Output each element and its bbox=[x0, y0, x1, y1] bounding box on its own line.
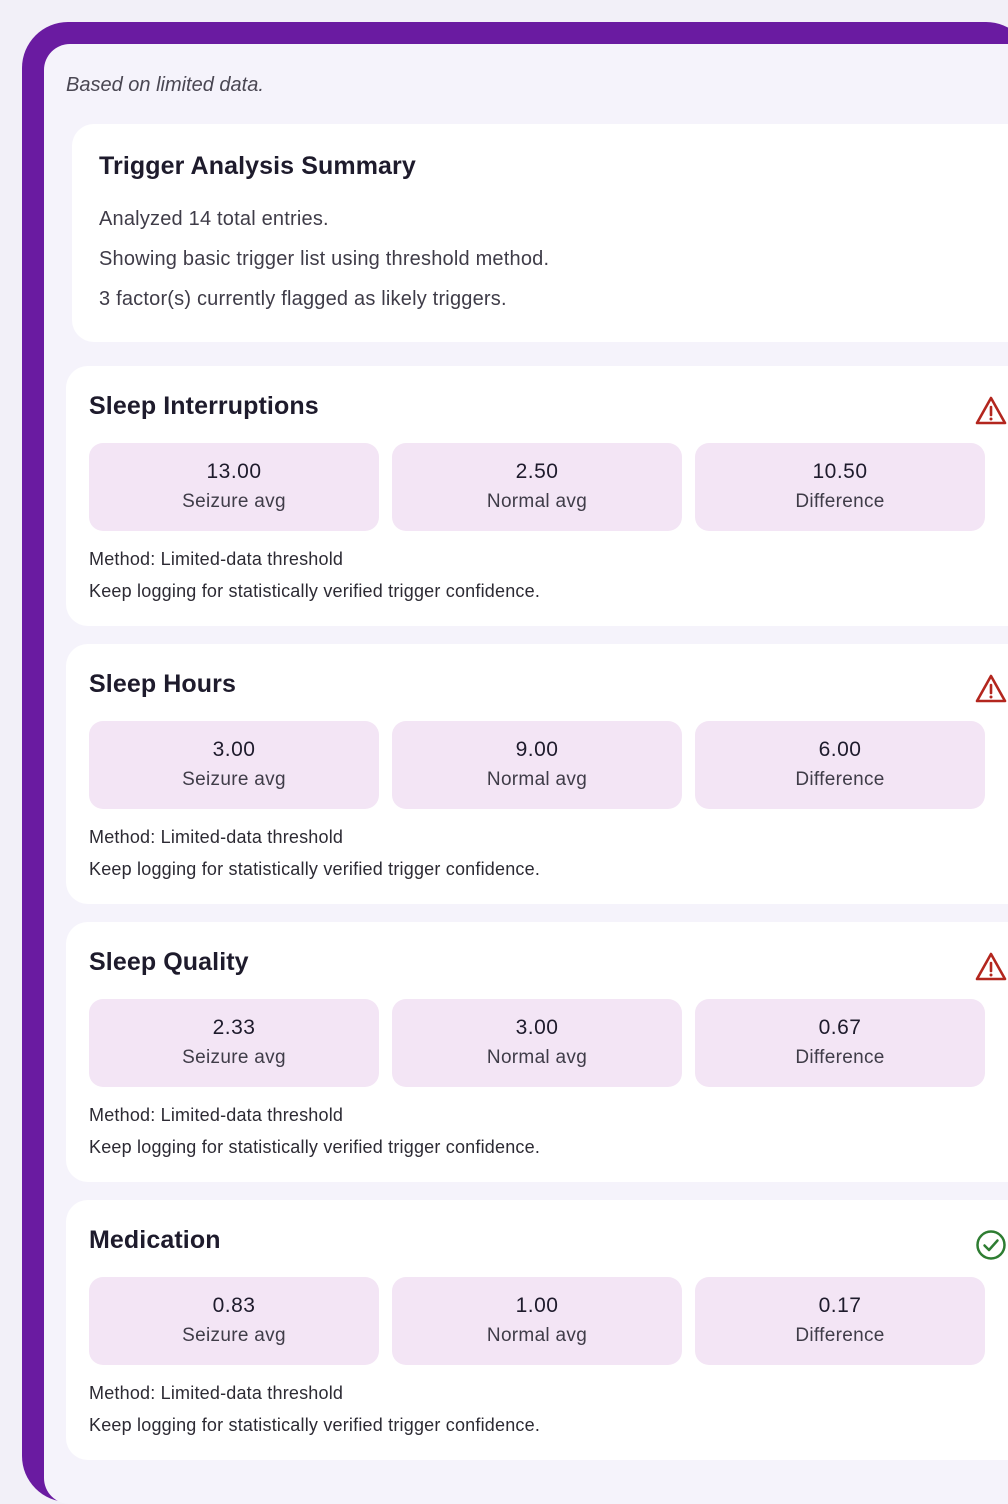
stat-label: Difference bbox=[795, 491, 885, 512]
stat-value: 3.00 bbox=[212, 738, 256, 761]
stat-value: 9.00 bbox=[515, 738, 559, 761]
hint-text: Keep logging for statistically verified … bbox=[89, 581, 541, 601]
stat-label: Seizure avg bbox=[182, 1047, 286, 1068]
method-text: Method: Limited-data threshold bbox=[89, 1383, 344, 1403]
normal-avg-stat: 9.00 Normal avg bbox=[392, 721, 682, 809]
trigger-card-medication[interactable]: Medication 0.83 Seizure avg 1.00 Normal … bbox=[66, 1200, 1008, 1460]
warning-icon bbox=[975, 396, 1007, 425]
trigger-card-sleep-hours[interactable]: Sleep Hours 3.00 Seizure avg 9.00 Normal… bbox=[66, 644, 1008, 904]
check-circle-icon bbox=[976, 1230, 1006, 1260]
stat-label: Normal avg bbox=[486, 769, 588, 790]
normal-avg-stat: 1.00 Normal avg bbox=[392, 1277, 682, 1365]
summary-entries-count: Analyzed 14 total entries. bbox=[99, 208, 329, 230]
limited-data-note: Based on limited data. bbox=[66, 74, 264, 96]
summary-title: Trigger Analysis Summary bbox=[99, 152, 416, 180]
difference-stat: 10.50 Difference bbox=[695, 443, 985, 531]
stat-label: Difference bbox=[795, 769, 885, 790]
difference-stat: 0.17 Difference bbox=[695, 1277, 985, 1365]
stat-value: 3.00 bbox=[515, 1016, 559, 1039]
stat-label: Seizure avg bbox=[182, 769, 286, 790]
trigger-stats: 0.83 Seizure avg 1.00 Normal avg 0.17 Di… bbox=[89, 1277, 985, 1365]
summary-card: Trigger Analysis Summary Analyzed 14 tot… bbox=[72, 124, 1008, 342]
stat-label: Seizure avg bbox=[182, 491, 286, 512]
stat-label: Difference bbox=[795, 1047, 885, 1068]
stat-value: 13.00 bbox=[206, 460, 262, 483]
summary-method: Showing basic trigger list using thresho… bbox=[99, 248, 550, 270]
normal-avg-stat: 2.50 Normal avg bbox=[392, 443, 682, 531]
stat-label: Normal avg bbox=[486, 1325, 588, 1346]
trigger-card-sleep-interruptions[interactable]: Sleep Interruptions 13.00 Seizure avg 2.… bbox=[66, 366, 1008, 626]
screen: Based on limited data. Trigger Analysis … bbox=[44, 44, 1008, 1504]
stat-value: 0.17 bbox=[818, 1294, 862, 1317]
stat-value: 6.00 bbox=[818, 738, 862, 761]
trigger-title: Sleep Quality bbox=[89, 948, 249, 976]
trigger-stats: 13.00 Seizure avg 2.50 Normal avg 10.50 … bbox=[89, 443, 985, 531]
seizure-avg-stat: 2.33 Seizure avg bbox=[89, 999, 379, 1087]
trigger-stats: 2.33 Seizure avg 3.00 Normal avg 0.67 Di… bbox=[89, 999, 985, 1087]
warning-icon bbox=[975, 952, 1007, 981]
trigger-title: Medication bbox=[89, 1226, 221, 1254]
difference-stat: 6.00 Difference bbox=[695, 721, 985, 809]
stat-value: 2.50 bbox=[515, 460, 559, 483]
trigger-title: Sleep Interruptions bbox=[89, 392, 319, 420]
stat-value: 10.50 bbox=[812, 460, 868, 483]
method-text: Method: Limited-data threshold bbox=[89, 1105, 344, 1125]
seizure-avg-stat: 0.83 Seizure avg bbox=[89, 1277, 379, 1365]
stat-label: Normal avg bbox=[486, 1047, 588, 1068]
seizure-avg-stat: 13.00 Seizure avg bbox=[89, 443, 379, 531]
hint-text: Keep logging for statistically verified … bbox=[89, 859, 541, 879]
trigger-title: Sleep Hours bbox=[89, 670, 236, 698]
stat-value: 1.00 bbox=[515, 1294, 559, 1317]
trigger-stats: 3.00 Seizure avg 9.00 Normal avg 6.00 Di… bbox=[89, 721, 985, 809]
stat-value: 2.33 bbox=[212, 1016, 256, 1039]
difference-stat: 0.67 Difference bbox=[695, 999, 985, 1087]
seizure-avg-stat: 3.00 Seizure avg bbox=[89, 721, 379, 809]
stat-value: 0.67 bbox=[818, 1016, 862, 1039]
hint-text: Keep logging for statistically verified … bbox=[89, 1415, 541, 1435]
normal-avg-stat: 3.00 Normal avg bbox=[392, 999, 682, 1087]
method-text: Method: Limited-data threshold bbox=[89, 827, 344, 847]
warning-icon bbox=[975, 674, 1007, 703]
stat-label: Seizure avg bbox=[182, 1325, 286, 1346]
stat-label: Normal avg bbox=[486, 491, 588, 512]
hint-text: Keep logging for statistically verified … bbox=[89, 1137, 541, 1157]
stat-label: Difference bbox=[795, 1325, 885, 1346]
method-text: Method: Limited-data threshold bbox=[89, 549, 344, 569]
trigger-card-sleep-quality[interactable]: Sleep Quality 2.33 Seizure avg 3.00 Norm… bbox=[66, 922, 1008, 1182]
summary-flagged-count: 3 factor(s) currently flagged as likely … bbox=[99, 288, 507, 310]
stat-value: 0.83 bbox=[212, 1294, 256, 1317]
